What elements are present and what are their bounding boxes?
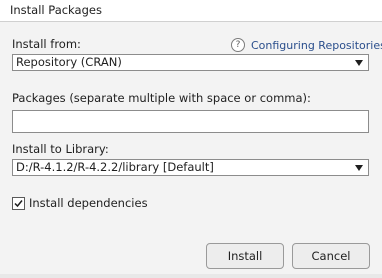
title-bar: Install Packages: [0, 0, 382, 22]
help-link-text: Configuring Repositories: [251, 38, 382, 52]
install-from-value: Repository (CRAN): [16, 55, 122, 69]
dropdown-arrow-icon: [355, 165, 363, 171]
install-from-label: Install from:: [12, 37, 81, 51]
install-from-select[interactable]: Repository (CRAN): [12, 54, 369, 71]
install-packages-dialog: Install Packages Install from: ? Configu…: [0, 0, 382, 278]
packages-input[interactable]: [12, 110, 369, 133]
install-dependencies-label: Install dependencies: [29, 196, 148, 210]
install-button[interactable]: Install: [206, 243, 284, 269]
bottom-edge: [0, 274, 382, 278]
packages-label: Packages (separate multiple with space o…: [12, 91, 311, 105]
help-icon: ?: [231, 38, 245, 52]
dropdown-arrow-icon: [355, 60, 363, 66]
configuring-repositories-link[interactable]: ? Configuring Repositories: [231, 37, 382, 53]
library-value: D:/R-4.1.2/R-4.2.2/library [Default]: [16, 160, 214, 174]
install-to-library-label: Install to Library:: [12, 142, 109, 156]
install-dependencies-checkbox[interactable]: [12, 196, 25, 210]
library-select[interactable]: D:/R-4.1.2/R-4.2.2/library [Default]: [12, 159, 369, 176]
install-dependencies-checkbox-row[interactable]: Install dependencies: [12, 195, 148, 211]
checkmark-icon: [14, 199, 23, 207]
dialog-title: Install Packages: [10, 3, 102, 17]
cancel-button[interactable]: Cancel: [292, 243, 370, 269]
